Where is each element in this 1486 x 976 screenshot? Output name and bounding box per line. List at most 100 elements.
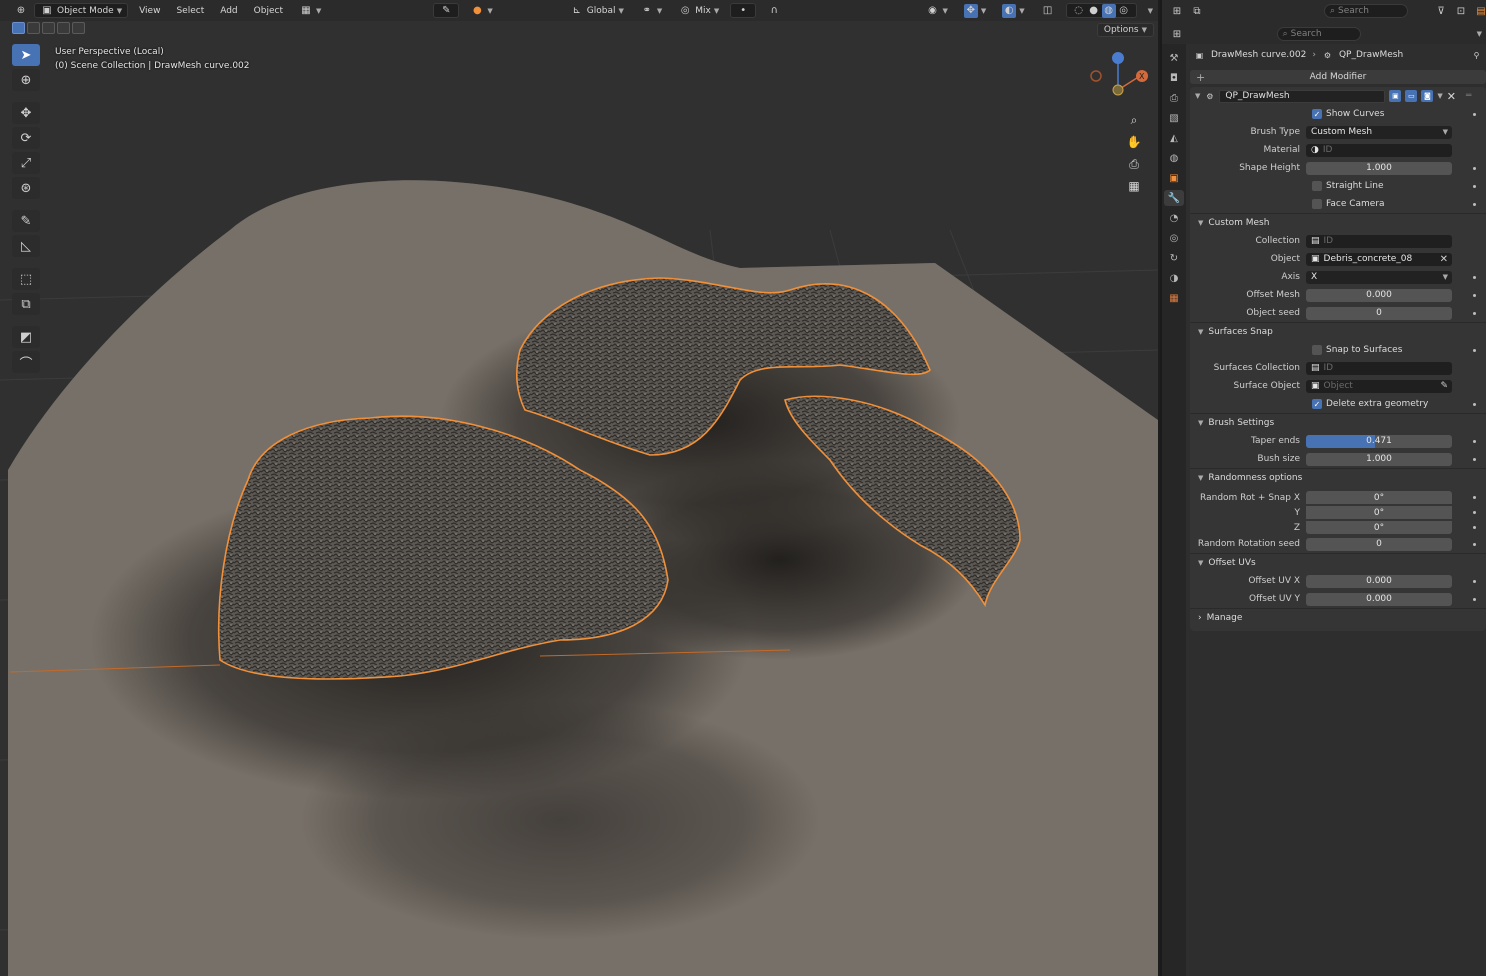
- object-field[interactable]: ▣ Debris_concrete_08 ✕: [1306, 252, 1452, 266]
- pivot-point-dropdown[interactable]: ⚭ ▼: [635, 3, 667, 18]
- keyframe-dot-icon[interactable]: [1473, 597, 1476, 601]
- keyframe-dot-icon[interactable]: [1473, 542, 1476, 546]
- pin-icon[interactable]: ⚲: [1471, 50, 1482, 61]
- show-curves-checkbox[interactable]: ✓: [1312, 109, 1322, 119]
- display-mode-icon[interactable]: ⧉: [1190, 4, 1204, 18]
- properties-type-icon[interactable]: ⊞: [1170, 27, 1184, 41]
- keyframe-dot-icon[interactable]: [1473, 511, 1476, 514]
- select-new-icon[interactable]: [12, 22, 25, 34]
- object-extras-button[interactable]: ▦ ▼: [294, 3, 326, 18]
- random-rot-x-field[interactable]: 0°: [1306, 491, 1452, 504]
- select-invert-icon[interactable]: [57, 22, 70, 34]
- outliner-search-input[interactable]: ⌕ Search: [1324, 4, 1408, 18]
- taper-ends-slider[interactable]: 0.471: [1306, 434, 1452, 448]
- physics-tab[interactable]: ◎: [1164, 230, 1184, 246]
- keyframe-dot-icon[interactable]: [1473, 348, 1476, 352]
- view-layer-tab[interactable]: ▧: [1164, 110, 1184, 126]
- brush-settings-subpanel-header[interactable]: ▼ Brush Settings: [1190, 413, 1486, 432]
- face-camera-checkbox[interactable]: [1312, 199, 1322, 209]
- clear-icon[interactable]: ✕: [1440, 254, 1448, 265]
- random-rot-z-field[interactable]: 0°: [1306, 521, 1452, 534]
- rotate-tool[interactable]: ⟳: [12, 127, 40, 149]
- filter-icon[interactable]: ⊽: [1434, 4, 1448, 18]
- modifier-tab[interactable]: 🔧: [1164, 190, 1184, 206]
- chevron-down-icon[interactable]: ▼: [1437, 92, 1442, 100]
- keyframe-dot-icon[interactable]: [1473, 293, 1476, 297]
- offset-mesh-field[interactable]: 0.000: [1306, 288, 1452, 302]
- surface-object-field[interactable]: ▣ Object ✎: [1306, 379, 1452, 393]
- zoom-button[interactable]: ⌕: [1124, 110, 1144, 130]
- world-tab[interactable]: ◍: [1164, 150, 1184, 166]
- shape-height-field[interactable]: 1.000: [1306, 161, 1452, 175]
- scale-tool[interactable]: ⤢: [12, 152, 40, 174]
- orientation-dropdown[interactable]: ⊾ Global ▼: [565, 3, 629, 18]
- add-modifier-button[interactable]: + Add Modifier: [1190, 70, 1486, 84]
- surfaces-collection-field[interactable]: ▤ ID: [1306, 361, 1452, 375]
- custom-mesh-subpanel-header[interactable]: ▼ Custom Mesh: [1190, 213, 1486, 232]
- keyframe-dot-icon[interactable]: [1473, 311, 1476, 315]
- menu-object[interactable]: Object: [249, 3, 288, 18]
- constraints-tab[interactable]: ↻: [1164, 250, 1184, 266]
- add-object-tool[interactable]: ⧉: [12, 293, 40, 315]
- select-subtract-icon[interactable]: [42, 22, 55, 34]
- scene-icon[interactable]: ▤: [1474, 4, 1486, 18]
- gizmo-toggle[interactable]: ✥ ▼: [959, 3, 991, 18]
- drag-handle-icon[interactable]: ═: [1466, 91, 1471, 101]
- snap-to-surfaces-checkbox[interactable]: [1312, 345, 1322, 355]
- chevron-down-icon[interactable]: ▼: [1195, 92, 1200, 100]
- randomness-subpanel-header[interactable]: ▼ Randomness options: [1190, 468, 1486, 487]
- viewport-display-toggle-icon[interactable]: ▭: [1405, 90, 1418, 102]
- proportional-dropdown[interactable]: ◎ Mix ▼: [673, 3, 724, 18]
- modifier-name-field[interactable]: QP_DrawMesh: [1219, 89, 1386, 103]
- pivot-button[interactable]: ✎: [433, 3, 460, 18]
- overlay-toggle[interactable]: ◐ ▼: [997, 3, 1029, 18]
- editor-type-icon[interactable]: ⊞: [1170, 4, 1184, 18]
- material-field[interactable]: ◑ ID: [1306, 143, 1452, 157]
- measure-tool[interactable]: ◺: [12, 235, 40, 257]
- scene-render[interactable]: [0, 0, 1158, 976]
- 3d-viewport[interactable]: ⊕ ▣ Object Mode ▼ View Select Add Object ▦…: [0, 0, 1158, 976]
- move-tool[interactable]: ✥: [12, 102, 40, 124]
- brush-type-dropdown[interactable]: Custom Mesh ▼: [1306, 125, 1452, 139]
- object-tab[interactable]: ▣: [1164, 170, 1184, 186]
- keyframe-dot-icon[interactable]: [1473, 526, 1476, 529]
- perspective-toggle-button[interactable]: ▦: [1124, 176, 1144, 196]
- axis-gizmo[interactable]: X: [1090, 48, 1150, 98]
- offset-uvs-subpanel-header[interactable]: ▼ Offset UVs: [1190, 553, 1486, 572]
- menu-select[interactable]: Select: [171, 3, 209, 18]
- random-seed-field[interactable]: 0: [1306, 537, 1452, 551]
- render-tab[interactable]: ◘: [1164, 70, 1184, 86]
- object-seed-field[interactable]: 0: [1306, 306, 1452, 320]
- snap-button[interactable]: ● ▼: [465, 3, 497, 18]
- add-cube-tool[interactable]: ⬚: [12, 268, 40, 290]
- shading-modes[interactable]: ◌ ● ◍ ◎: [1065, 3, 1137, 18]
- select-box-tool[interactable]: ➤: [12, 44, 40, 66]
- bush-size-field[interactable]: 1.000: [1306, 452, 1452, 466]
- editor-type-icon[interactable]: ⊕: [14, 4, 28, 18]
- annotate-tool[interactable]: ✎: [12, 210, 40, 232]
- tool-tab[interactable]: ⚒: [1164, 50, 1184, 66]
- visibility-button[interactable]: ◉ ▼: [920, 3, 952, 18]
- keyframe-dot-icon[interactable]: [1473, 166, 1476, 170]
- keyframe-dot-icon[interactable]: [1473, 496, 1476, 499]
- material-shading-icon[interactable]: ◍: [1101, 3, 1116, 18]
- output-tab[interactable]: ⎙: [1164, 90, 1184, 106]
- keyframe-dot-icon[interactable]: [1473, 184, 1476, 188]
- shading-options[interactable]: ▼: [1143, 3, 1158, 18]
- pan-button[interactable]: ✋: [1124, 132, 1144, 152]
- menu-add[interactable]: Add: [215, 3, 242, 18]
- xray-toggle[interactable]: ◫: [1036, 3, 1060, 18]
- manage-subpanel-header[interactable]: › Manage: [1190, 608, 1486, 627]
- straight-line-checkbox[interactable]: [1312, 181, 1322, 191]
- keyframe-dot-icon[interactable]: [1473, 579, 1476, 583]
- proportional-edit-toggle[interactable]: •: [730, 3, 757, 18]
- material-tab[interactable]: ◑: [1164, 270, 1184, 286]
- chevron-down-icon[interactable]: ▼: [1477, 30, 1482, 38]
- keyframe-dot-icon[interactable]: [1473, 202, 1476, 206]
- edit-mode-toggle-icon[interactable]: ▣: [1389, 90, 1402, 102]
- draw-curve-tool[interactable]: ⌒: [12, 351, 40, 373]
- scene-tab[interactable]: ◭: [1164, 130, 1184, 146]
- select-intersect-icon[interactable]: [72, 22, 85, 34]
- keyframe-dot-icon[interactable]: [1473, 439, 1476, 443]
- keyframe-dot-icon[interactable]: [1473, 457, 1476, 461]
